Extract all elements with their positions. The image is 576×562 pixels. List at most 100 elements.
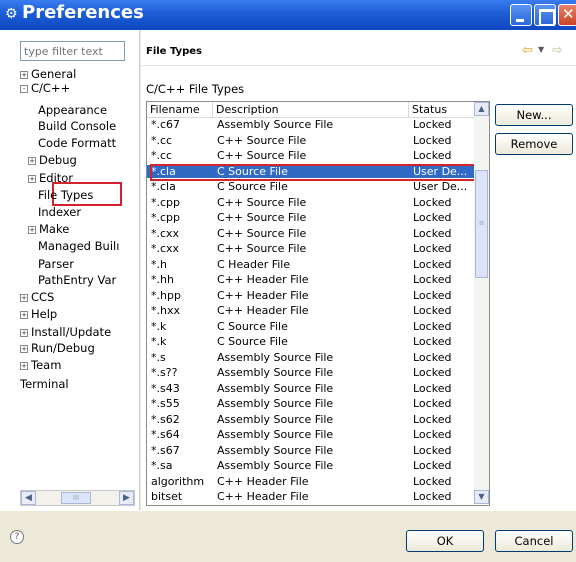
back-arrow-icon[interactable]: ⇦ — [522, 43, 533, 58]
expand-icon[interactable]: + — [28, 226, 36, 234]
table-row[interactable]: *.cxx C++ Source File Locked — [147, 227, 475, 240]
table-row[interactable]: *.hpp C++ Header File Locked — [147, 289, 475, 302]
filter-input[interactable] — [20, 41, 125, 61]
filename-cell: *.s64 — [151, 428, 180, 441]
tree-item[interactable]: + Team — [20, 357, 61, 373]
new-button[interactable]: New... — [495, 104, 573, 126]
column-header-description[interactable]: Description — [213, 102, 409, 118]
status-cell: Locked — [413, 242, 452, 255]
table-row[interactable]: *.cxx C++ Source File Locked — [147, 242, 475, 255]
expand-icon[interactable]: + — [20, 362, 28, 370]
description-cell: Assembly Source File — [217, 412, 334, 426]
tree-item[interactable]: Indexer — [38, 204, 81, 220]
tree-item[interactable]: + Run/Debug — [20, 340, 95, 356]
table-row[interactable]: bitset C++ Header File Locked — [147, 490, 475, 503]
table-header: Filename Description Status — [147, 102, 487, 118]
status-cell: Locked — [413, 288, 452, 302]
filename-cell: *.hh — [151, 273, 174, 286]
preferences-tree: + General - C/C++ Appearance Build Console Cod… — [0, 66, 138, 496]
tree-item[interactable]: + Install/Update — [20, 324, 111, 340]
collapse-icon[interactable]: - — [20, 85, 28, 93]
tree-item[interactable]: Managed Builı — [38, 238, 119, 254]
vertical-scrollbar[interactable]: ▲ ≡ ▼ — [474, 102, 489, 504]
expand-icon[interactable]: + — [20, 71, 28, 79]
description-cell: Assembly Source File — [217, 118, 334, 131]
tree-item-label: File Types — [38, 188, 94, 202]
tree-item[interactable]: + Help — [20, 306, 57, 322]
tree-item-label: Managed Builı — [38, 239, 120, 253]
status-cell: Locked — [413, 443, 452, 457]
table-row[interactable]: *.cla C Source File User De... — [147, 180, 475, 193]
table-row[interactable]: *.s55 Assembly Source File Locked — [147, 397, 475, 410]
table-row[interactable]: *.s67 Assembly Source File Locked — [147, 444, 475, 457]
column-header-filename[interactable]: Filename — [147, 102, 213, 118]
tree-item[interactable]: Terminal — [20, 376, 69, 392]
table-row[interactable]: *.s64 Assembly Source File Locked — [147, 428, 475, 441]
table-row[interactable]: *.cc C++ Source File Locked — [147, 149, 475, 162]
table-row[interactable]: *.hh C++ Header File Locked — [147, 273, 475, 286]
description-cell: Assembly Source File — [217, 428, 334, 441]
expand-icon[interactable]: + — [20, 345, 28, 353]
table-row[interactable]: *.c67 Assembly Source File Locked — [147, 118, 475, 131]
status-cell: Locked — [413, 459, 452, 472]
table-row[interactable]: *.k C Source File Locked — [147, 335, 475, 348]
scroll-right-button[interactable]: ▶ — [119, 491, 134, 505]
tree-item[interactable]: Build Console — [38, 118, 116, 134]
remove-button[interactable]: Remove — [495, 133, 573, 155]
filename-cell: *.cxx — [151, 242, 180, 255]
table-row[interactable]: *.hxx C++ Header File Locked — [147, 304, 475, 317]
tree-item[interactable]: + Debug — [28, 152, 77, 168]
expand-icon[interactable]: + — [20, 311, 28, 319]
column-header-status[interactable]: Status — [409, 102, 475, 118]
horizontal-scrollbar[interactable]: ◀ III ▶ — [20, 490, 135, 506]
table-row[interactable]: *.s Assembly Source File Locked — [147, 351, 475, 364]
status-cell: Locked — [413, 226, 452, 240]
filename-cell: *.cc — [151, 133, 173, 147]
status-cell: Locked — [413, 474, 452, 488]
description-cell: C Header File — [217, 257, 291, 271]
scroll-left-button[interactable]: ◀ — [21, 491, 36, 505]
scroll-up-button[interactable]: ▲ — [474, 102, 489, 116]
cancel-button[interactable]: Cancel — [495, 530, 573, 552]
table-row[interactable]: *.k C Source File Locked — [147, 320, 475, 333]
description-cell: C++ Source File — [217, 149, 307, 162]
description-cell: Assembly Source File — [217, 366, 334, 379]
table-row[interactable]: *.h C Header File Locked — [147, 258, 475, 271]
help-icon[interactable]: ? — [10, 530, 24, 544]
table-row[interactable]: *.cpp C++ Source File Locked — [147, 196, 475, 209]
table-row[interactable]: *.cc C++ Source File Locked — [147, 134, 475, 147]
table-row[interactable]: algorithm C++ Header File Locked — [147, 475, 475, 488]
tree-item[interactable]: File Types — [38, 187, 93, 203]
status-cell: Locked — [413, 149, 452, 162]
table-row[interactable]: *.cpp C++ Source File Locked — [147, 211, 475, 224]
description-cell: C++ Header File — [217, 288, 309, 302]
filename-cell: *.sa — [151, 459, 173, 472]
forward-arrow-icon[interactable]: ⇨ — [552, 43, 563, 58]
table-row[interactable]: *.s43 Assembly Source File Locked — [147, 382, 475, 395]
maximize-button[interactable] — [534, 4, 556, 26]
expand-icon[interactable]: + — [28, 175, 36, 183]
minimize-button[interactable] — [510, 4, 532, 26]
tree-item[interactable]: - C/C++ — [20, 80, 70, 96]
expand-icon[interactable]: + — [28, 157, 36, 165]
table-row[interactable]: *.sa Assembly Source File Locked — [147, 459, 475, 472]
ok-button[interactable]: OK — [406, 530, 484, 552]
tree-item[interactable]: Code Formatt — [38, 135, 116, 151]
scroll-thumb[interactable]: III — [61, 492, 91, 504]
status-cell: Locked — [413, 257, 452, 271]
tree-item[interactable]: + CCS — [20, 289, 54, 305]
vertical-scroll-thumb[interactable]: ≡ — [475, 170, 488, 278]
tree-item-label: Help — [31, 307, 58, 321]
scroll-down-button[interactable]: ▼ — [474, 490, 489, 504]
tree-item[interactable]: Parser — [38, 256, 74, 272]
tree-item[interactable]: PathEntry Var — [38, 272, 116, 288]
tree-item[interactable]: + Make — [28, 221, 69, 237]
table-row[interactable]: *.s?? Assembly Source File Locked — [147, 366, 475, 379]
expand-icon[interactable]: + — [20, 329, 28, 337]
close-button[interactable] — [558, 4, 576, 26]
table-row[interactable]: *.s62 Assembly Source File Locked — [147, 413, 475, 426]
tree-item[interactable]: Appearance — [38, 102, 107, 118]
chevron-down-icon[interactable]: ▼ — [538, 45, 544, 54]
expand-icon[interactable]: + — [20, 294, 28, 302]
table-row[interactable]: *.cla C Source File User De... — [147, 164, 475, 178]
